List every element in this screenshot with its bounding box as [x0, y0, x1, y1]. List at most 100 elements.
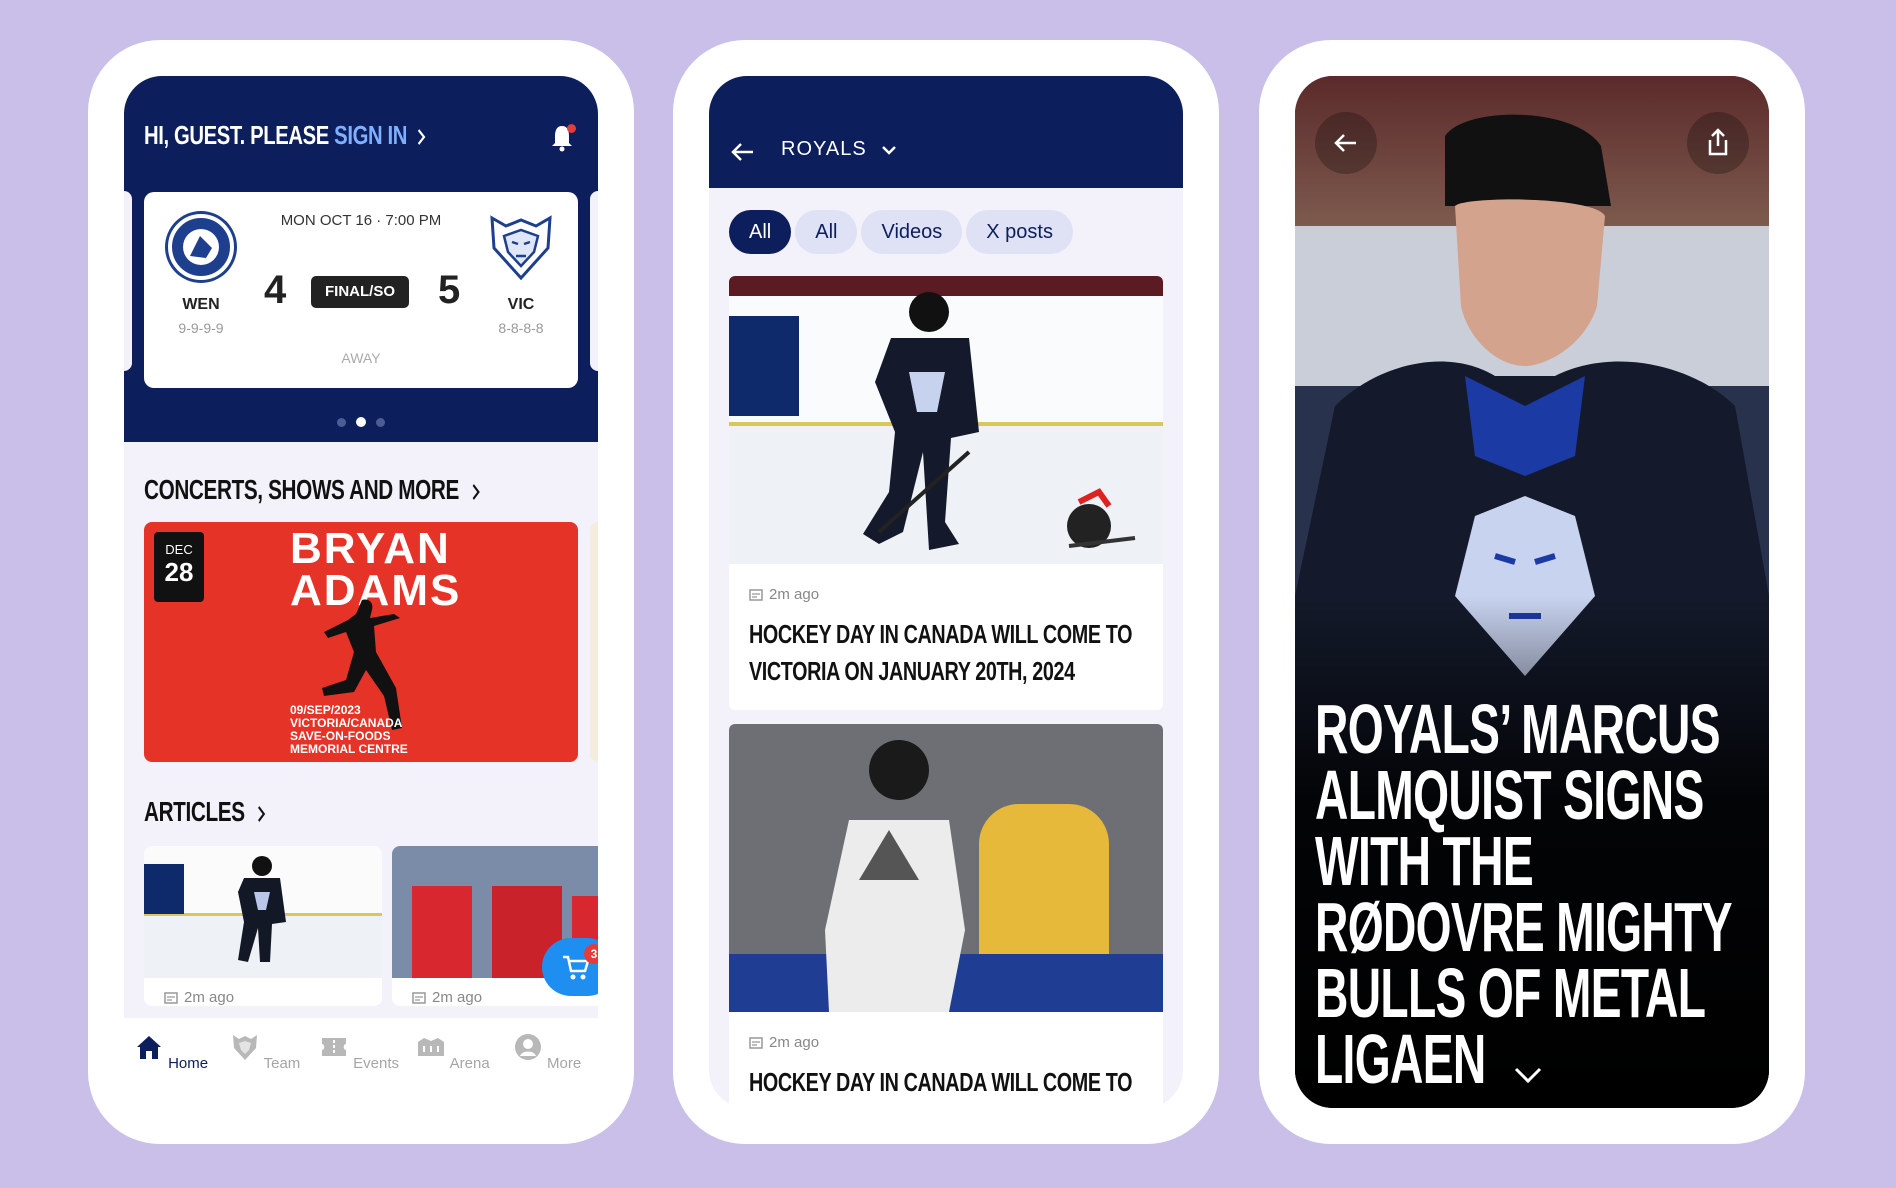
poster-info: 09/SEP/2023 VICTORIA/CANADA SAVE-ON-FOOD… [290, 704, 408, 756]
hockey-player-icon [238, 856, 286, 962]
event-month: DEC [165, 542, 193, 557]
carousel-dot[interactable] [337, 418, 346, 427]
game-status-badge: FINAL/SO [311, 276, 409, 308]
story-headline: ROYALS’ MARCUS ALMQUIST SIGNS WITH THE R… [1315, 690, 1732, 1098]
chip-all[interactable]: All [795, 210, 858, 254]
tab-label: Events [353, 1055, 400, 1072]
news-card[interactable]: 2m ago HOCKEY DAY IN CANADA WILL COME TO… [729, 276, 1163, 710]
ticket-icon [321, 1038, 346, 1056]
event-date-badge: DEC 28 [154, 532, 204, 602]
article-time-text: 2m ago [184, 989, 235, 1006]
news-card[interactable]: 2m ago HOCKEY DAY IN CANADA WILL COME TO… [729, 724, 1163, 1108]
chip-videos[interactable]: Videos [861, 210, 963, 254]
chevron-right-icon [417, 129, 426, 146]
news-time-text: 2m ago [769, 1034, 820, 1051]
mascot-logo-icon [1067, 488, 1136, 548]
scoreboard-card[interactable]: MON OCT 16 · 7:00 PM WEN 9-9-9-9 4 FINAL… [144, 192, 578, 388]
article-icon [412, 992, 426, 1004]
away-score: 5 [438, 268, 461, 312]
team-selector-label: ROYALS [781, 138, 867, 160]
royals-logo-icon [490, 215, 552, 281]
tab-events[interactable]: Events [312, 1032, 406, 1072]
news-image-player-white [729, 724, 1163, 1012]
ticket-notch-left [124, 191, 132, 371]
notification-dot [567, 124, 576, 133]
away-team-record: 8-8-8-8 [498, 320, 544, 336]
arena-icon [418, 1038, 445, 1056]
article-time-text: 2m ago [432, 989, 483, 1006]
notifications-button[interactable] [550, 124, 576, 154]
home-team-abbr: WEN [182, 296, 220, 313]
articles-section-title[interactable]: ARTICLES [144, 796, 266, 828]
tab-more[interactable]: More [500, 1032, 594, 1072]
back-arrow-icon[interactable] [731, 142, 755, 162]
chip-all-active[interactable]: All [729, 210, 792, 254]
sign-in-link[interactable]: SIGN IN [334, 120, 407, 150]
article-time: 2m ago [164, 989, 234, 1006]
home-score: 4 [264, 268, 287, 312]
carousel-dots [124, 414, 598, 432]
article-icon [164, 992, 178, 1004]
greeting: HI, GUEST. PLEASE SIGN IN [144, 120, 426, 151]
share-icon [1708, 128, 1728, 156]
article-icon [749, 589, 763, 601]
chevron-down-icon [882, 145, 897, 155]
event-card-next[interactable] [590, 522, 598, 762]
filter-chips: All All Videos X posts [729, 210, 1077, 254]
team-selector[interactable]: ROYALS [781, 138, 897, 161]
news-time: 2m ago [749, 586, 819, 603]
concerts-section-title[interactable]: CONCERTS, SHOWS AND MORE [144, 474, 481, 506]
article-time: 2m ago [412, 989, 482, 1006]
poster-info-line: MEMORIAL CENTRE [290, 742, 408, 756]
cart-button[interactable]: 3 [542, 938, 598, 996]
articles-section-label: ARTICLES [144, 796, 245, 827]
back-button[interactable] [1315, 112, 1377, 174]
home-header: HI, GUEST. PLEASE SIGN IN MON OCT 16 · 7… [124, 76, 598, 442]
away-team-abbr: VIC [507, 296, 535, 313]
chevron-right-icon [258, 805, 266, 822]
tab-label: Team [263, 1055, 301, 1072]
hockey-player-icon [863, 292, 979, 550]
hockey-player-icon [825, 740, 965, 1012]
home-team-record: 9-9-9-9 [178, 320, 224, 336]
phone-story: ROYALS’ MARCUS ALMQUIST SIGNS WITH THE R… [1259, 40, 1805, 1144]
article-image-hockey [144, 846, 382, 978]
story-screen: ROYALS’ MARCUS ALMQUIST SIGNS WITH THE R… [1295, 76, 1769, 1108]
article-icon [749, 1037, 763, 1049]
news-title: HOCKEY DAY IN CANADA WILL COME TO VICTOR… [749, 1067, 1133, 1108]
tab-home[interactable]: Home [124, 1032, 218, 1072]
share-button[interactable] [1687, 112, 1749, 174]
poster-artist-line-1: BRYAN [290, 524, 451, 573]
tab-arena[interactable]: Arena [406, 1032, 500, 1072]
home-screen: HI, GUEST. PLEASE SIGN IN MON OCT 16 · 7… [124, 76, 598, 1108]
wild-logo [168, 214, 234, 280]
chip-x-posts[interactable]: X posts [966, 210, 1073, 254]
news-title: HOCKEY DAY IN CANADA WILL COME TO VICTOR… [749, 619, 1133, 686]
feed-header: ROYALS [709, 76, 1183, 188]
back-arrow-icon [1334, 134, 1356, 152]
carousel-dot-active[interactable] [356, 417, 366, 427]
phone-feed: ROYALS All All Videos X posts 2m ago HOC… [673, 40, 1219, 1144]
event-day: 28 [164, 557, 194, 587]
article-card[interactable]: 2m ago [144, 846, 382, 1006]
event-card-bryan-adams[interactable]: DEC 28 BRYAN ADAMS 09/SEP/2023 VICTORIA/… [144, 522, 578, 762]
chevron-down-icon[interactable] [1513, 1066, 1543, 1084]
news-time: 2m ago [749, 1034, 819, 1051]
team-icon [232, 1035, 257, 1060]
feed-screen: ROYALS All All Videos X posts 2m ago HOC… [709, 76, 1183, 1108]
bottom-tab-bar: Home Team Events Arena More [124, 1018, 598, 1108]
wild-logo-icon [183, 229, 219, 265]
concerts-section-label: CONCERTS, SHOWS AND MORE [144, 474, 459, 505]
chevron-right-icon [472, 483, 480, 500]
user-icon [514, 1034, 541, 1060]
carousel-dot[interactable] [376, 418, 385, 427]
home-icon [136, 1036, 161, 1059]
cart-count-badge: 3 [584, 944, 598, 964]
news-image-hockey [729, 276, 1163, 564]
ticket-notch-right [590, 191, 598, 371]
tab-team[interactable]: Team [218, 1032, 312, 1072]
phone-home: HI, GUEST. PLEASE SIGN IN MON OCT 16 · 7… [88, 40, 634, 1144]
game-location-label: AWAY [341, 350, 381, 366]
tab-label: More [546, 1055, 582, 1072]
greeting-text: HI, GUEST. PLEASE [144, 120, 335, 150]
